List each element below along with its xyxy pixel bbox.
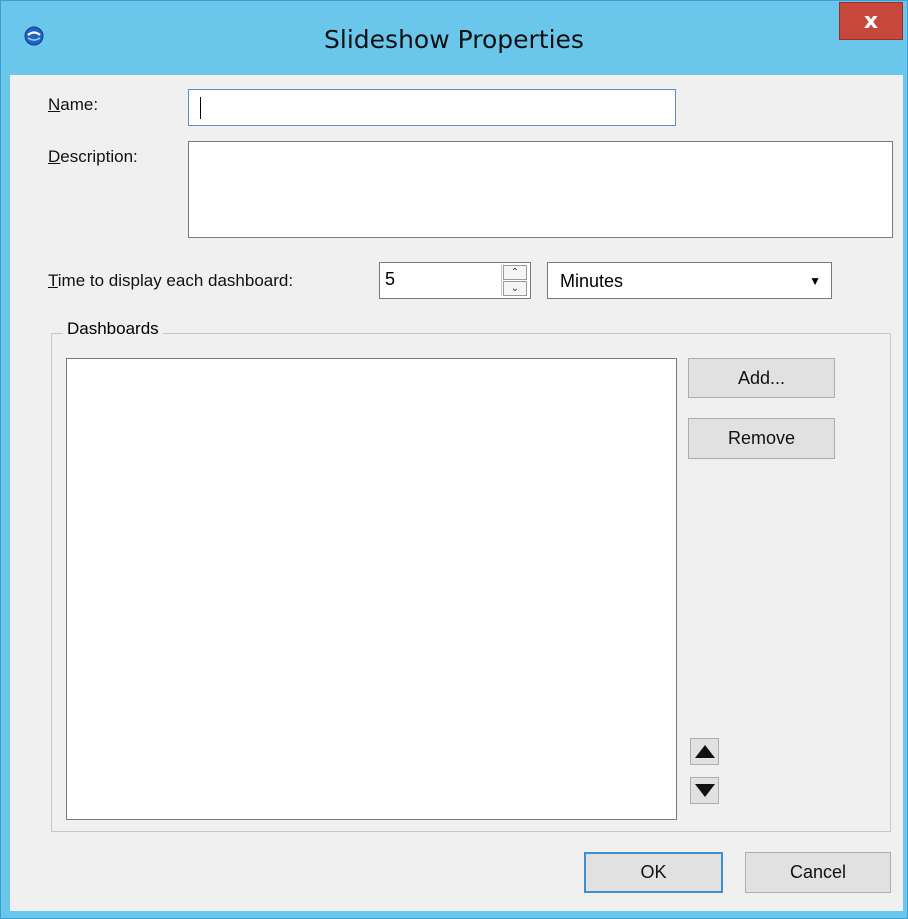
name-label: Name:	[48, 95, 99, 114]
chevron-down-icon: ⌄	[510, 283, 520, 294]
description-input[interactable]	[188, 141, 893, 238]
dialog-window: Slideshow Properties x Name: Description…	[0, 0, 908, 919]
time-value[interactable]: 5	[385, 269, 395, 290]
stepper-buttons: ⌃ ⌄	[501, 265, 528, 296]
add-button[interactable]: Add...	[688, 358, 835, 398]
remove-button[interactable]: Remove	[688, 418, 835, 459]
time-unit-select[interactable]: Minutes ▼	[547, 262, 832, 299]
title-bar[interactable]: Slideshow Properties x	[1, 1, 907, 74]
chevron-up-icon: ⌃	[510, 267, 520, 278]
close-button[interactable]: x	[839, 2, 903, 40]
dashboards-group-title: Dashboards	[63, 319, 163, 339]
ok-button[interactable]: OK	[584, 852, 723, 893]
cancel-button[interactable]: Cancel	[745, 852, 891, 893]
dropdown-arrow-icon[interactable]: ▼	[809, 274, 821, 288]
time-label: Time to display each dashboard:	[48, 271, 294, 290]
window-title: Slideshow Properties	[324, 25, 584, 54]
name-input[interactable]	[188, 89, 676, 126]
dashboards-list[interactable]	[66, 358, 677, 820]
stepper-down-button[interactable]: ⌄	[503, 281, 527, 296]
time-stepper[interactable]: 5 ⌃ ⌄	[379, 262, 531, 299]
move-down-button[interactable]	[690, 777, 719, 804]
time-unit-value: Minutes	[560, 271, 624, 291]
arrow-up-icon	[694, 745, 715, 758]
move-up-button[interactable]	[690, 738, 719, 765]
description-label: Description:	[48, 147, 138, 166]
arrow-down-icon	[694, 784, 715, 797]
close-icon: x	[863, 8, 879, 34]
stepper-up-button[interactable]: ⌃	[503, 265, 527, 280]
dialog-body: Name: Description: Time to display each …	[10, 75, 903, 911]
text-caret	[200, 97, 201, 119]
